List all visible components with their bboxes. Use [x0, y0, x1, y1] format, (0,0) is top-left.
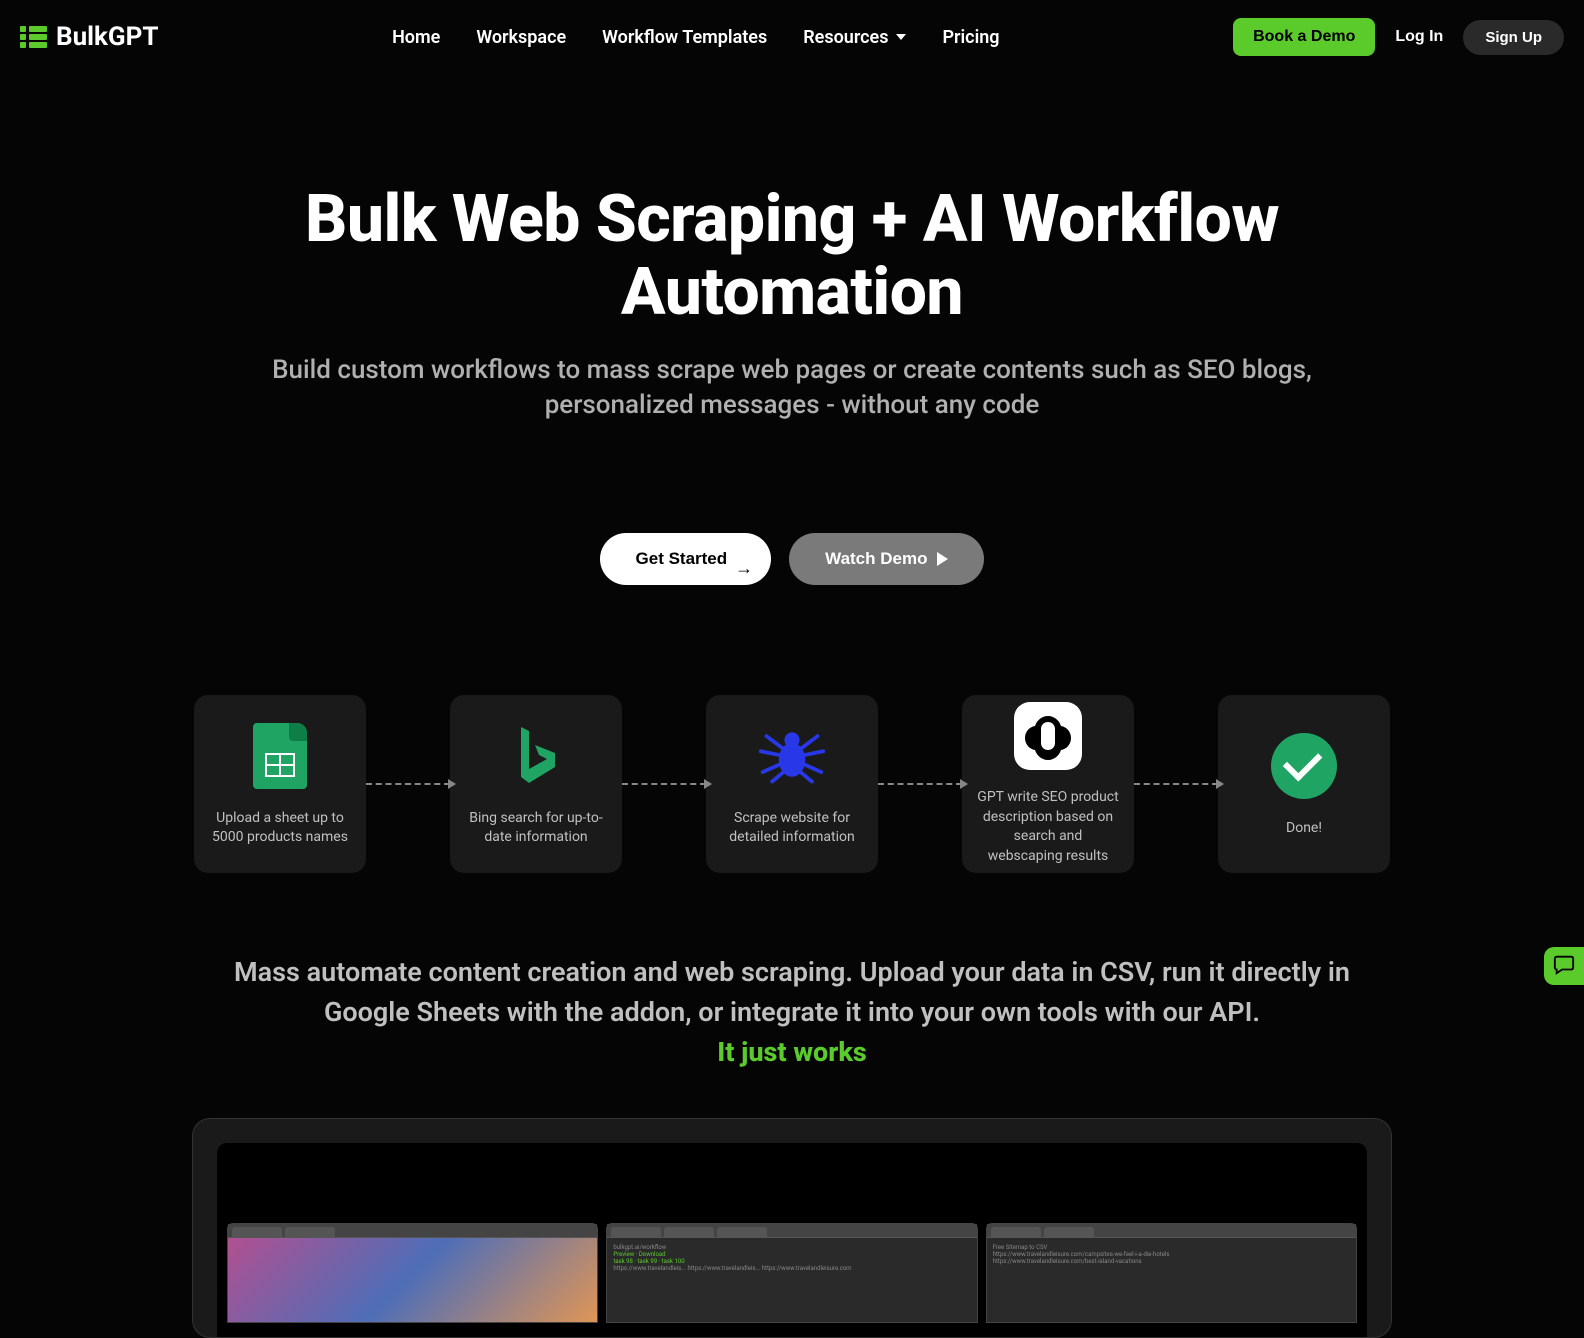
brand-logo[interactable]: BulkGPT [20, 22, 159, 52]
nav-resources[interactable]: Resources [803, 27, 906, 48]
step-bing: Bing search for up-to-date information [450, 695, 622, 873]
logo-icon [20, 23, 48, 51]
step-scrape: Scrape website for detailed information [706, 695, 878, 873]
nav-center: Home Workspace Workflow Templates Resour… [392, 27, 999, 48]
step-scrape-label: Scrape website for detailed information [720, 809, 864, 848]
spider-icon [757, 721, 827, 791]
nav-home[interactable]: Home [392, 27, 440, 48]
description-section: Mass automate content creation and web s… [192, 953, 1392, 1067]
get-started-button[interactable]: Get Started [600, 533, 772, 585]
chevron-down-icon [896, 34, 906, 40]
connector-arrow-icon [1134, 783, 1218, 785]
connector-arrow-icon [622, 783, 706, 785]
hero-title: Bulk Web Scraping + AI Workflow Automati… [192, 184, 1392, 329]
book-demo-button[interactable]: Book a Demo [1233, 18, 1375, 56]
description-text: Mass automate content creation and web s… [232, 953, 1352, 1031]
play-icon [937, 552, 948, 566]
watch-demo-label: Watch Demo [825, 549, 927, 569]
hero-ctas: Get Started Watch Demo [192, 533, 1392, 585]
step-done: Done! [1218, 695, 1390, 873]
chat-button[interactable] [1544, 947, 1584, 985]
nav-right: Book a Demo Log In Sign Up [1233, 18, 1564, 56]
brand-name: BulkGPT [56, 22, 159, 52]
demo-video-frame: bulkgpt.ai/workflow Preview · Download t… [192, 1118, 1392, 1338]
signup-button[interactable]: Sign Up [1463, 20, 1564, 55]
watch-demo-button[interactable]: Watch Demo [789, 533, 984, 585]
demo-video[interactable]: bulkgpt.ai/workflow Preview · Download t… [217, 1143, 1367, 1338]
nav-workspace[interactable]: Workspace [476, 27, 566, 48]
chat-icon [1553, 953, 1575, 979]
sheets-icon [245, 721, 315, 791]
bing-icon [501, 721, 571, 791]
step-upload-label: Upload a sheet up to 5000 products names [208, 809, 352, 848]
connector-arrow-icon [878, 783, 962, 785]
hero-section: Bulk Web Scraping + AI Workflow Automati… [132, 74, 1452, 625]
hero-subtitle: Build custom workflows to mass scrape we… [242, 353, 1342, 423]
connector-arrow-icon [366, 783, 450, 785]
main-header: BulkGPT Home Workspace Workflow Template… [0, 0, 1584, 74]
step-bing-label: Bing search for up-to-date information [464, 809, 608, 848]
step-gpt: GPT write SEO product description based … [962, 695, 1134, 873]
get-started-label: Get Started [636, 549, 728, 569]
tagline: It just works [232, 1036, 1352, 1068]
nav-pricing[interactable]: Pricing [942, 27, 999, 48]
step-done-label: Done! [1286, 819, 1322, 839]
step-gpt-label: GPT write SEO product description based … [976, 788, 1120, 866]
login-button[interactable]: Log In [1395, 28, 1443, 46]
workflow-section: Upload a sheet up to 5000 products names… [0, 695, 1584, 873]
step-upload: Upload a sheet up to 5000 products names [194, 695, 366, 873]
gpt-icon [1013, 702, 1083, 770]
nav-templates[interactable]: Workflow Templates [602, 27, 767, 48]
check-icon [1269, 731, 1339, 801]
nav-resources-label: Resources [803, 27, 888, 48]
